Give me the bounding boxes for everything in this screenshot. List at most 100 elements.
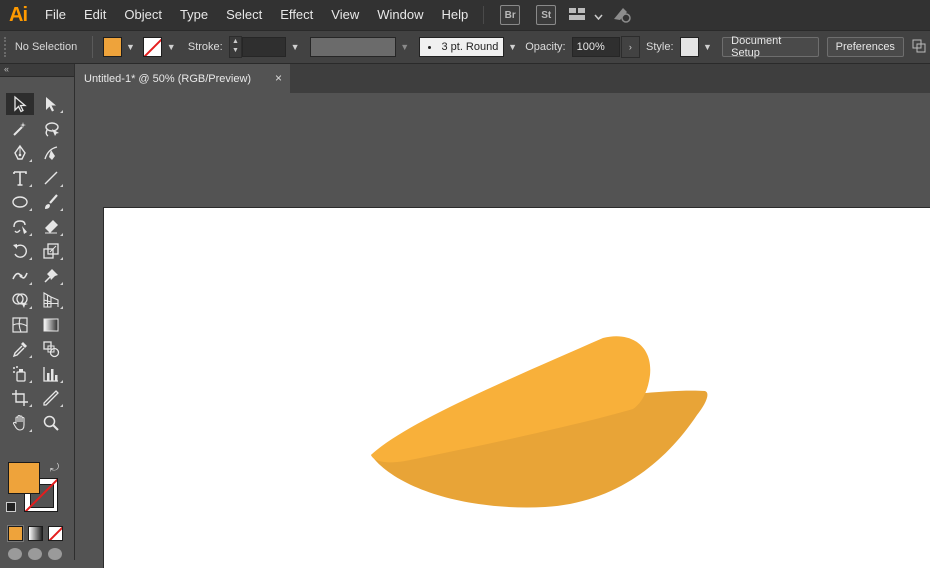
- menu-help[interactable]: Help: [432, 0, 477, 30]
- document-tab-bar: Untitled-1* @ 50% (RGB/Preview) ×: [75, 64, 930, 93]
- pen-tool-icon: [14, 145, 26, 160]
- menu-object[interactable]: Object: [115, 0, 171, 30]
- shaper-tool[interactable]: [6, 216, 34, 238]
- close-icon[interactable]: ×: [275, 71, 282, 85]
- direct-selection-tool[interactable]: [37, 93, 65, 115]
- type-tool[interactable]: [6, 167, 34, 189]
- brush-definition-value: 3 pt. Round: [441, 41, 499, 53]
- none-mode-button[interactable]: [48, 526, 63, 541]
- chevron-down-icon[interactable]: ▼: [398, 37, 411, 57]
- select-similar-icon[interactable]: [912, 39, 926, 56]
- rotate-tool[interactable]: [6, 240, 34, 262]
- document-tab[interactable]: Untitled-1* @ 50% (RGB/Preview) ×: [75, 64, 290, 93]
- artboard-tool[interactable]: [6, 387, 34, 409]
- preferences-button[interactable]: Preferences: [826, 37, 904, 57]
- chevron-down-icon[interactable]: [594, 8, 603, 23]
- puppet-warp-tool-icon: [44, 268, 58, 283]
- bridge-app-button[interactable]: Br: [500, 5, 521, 25]
- stock-app-button[interactable]: St: [536, 5, 557, 25]
- tool-group-indicator: [60, 208, 63, 212]
- control-bar: No Selection ▼ ▼ Stroke: ▲ ▼ ▼ ▼ 3 pt. Ro…: [0, 30, 930, 64]
- brush-definition-select[interactable]: 3 pt. Round: [419, 37, 504, 57]
- symbol-sprayer-tool[interactable]: [6, 363, 34, 385]
- opacity-input[interactable]: 100%: [571, 37, 620, 57]
- perspective-grid-tool[interactable]: [37, 289, 65, 311]
- tool-group-indicator: [60, 110, 63, 114]
- swap-fill-stroke-icon[interactable]: ⤾: [50, 462, 59, 475]
- eyedropper-tool[interactable]: [6, 338, 34, 360]
- panel-grip[interactable]: [4, 37, 10, 57]
- stroke-color-swatch[interactable]: [143, 37, 163, 57]
- chevron-down-icon[interactable]: ▼: [506, 37, 519, 57]
- stroke-weight-input[interactable]: [242, 37, 287, 57]
- shaper-tool-icon: [13, 220, 27, 234]
- menu-type[interactable]: Type: [171, 0, 217, 30]
- draw-behind-icon[interactable]: [28, 548, 42, 560]
- color-mode-button[interactable]: [7, 525, 24, 542]
- draw-normal-icon[interactable]: [8, 548, 22, 560]
- tool-group-indicator: [29, 208, 32, 212]
- column-graph-tool[interactable]: [37, 363, 65, 385]
- line-segment-tool-icon: [44, 171, 58, 185]
- eraser-tool[interactable]: [37, 216, 65, 238]
- width-tool[interactable]: [6, 265, 34, 287]
- menu-edit[interactable]: Edit: [75, 0, 115, 30]
- gradient-tool-icon: [43, 318, 59, 332]
- shape-builder-tool[interactable]: [6, 289, 34, 311]
- symbol-sprayer-tool-icon: [13, 365, 26, 382]
- fill-color-swatch[interactable]: [102, 37, 122, 57]
- default-fill-stroke-icon[interactable]: [6, 502, 16, 512]
- stroke-weight-stepper[interactable]: ▲ ▼: [228, 36, 243, 58]
- paintbrush-tool[interactable]: [37, 191, 65, 213]
- menu-window[interactable]: Window: [368, 0, 432, 30]
- tool-group-indicator: [29, 159, 32, 163]
- magic-wand-tool[interactable]: [6, 118, 34, 140]
- app-logo: Ai: [9, 3, 28, 26]
- lasso-tool-icon: [45, 122, 59, 137]
- fill-stroke-controls: ⤾: [6, 462, 70, 522]
- tool-group-indicator: [29, 404, 32, 408]
- chevron-down-icon[interactable]: ▼: [164, 37, 177, 57]
- gradient-tool[interactable]: [37, 314, 65, 336]
- line-segment-tool[interactable]: [37, 167, 65, 189]
- fill-color-box[interactable]: [8, 462, 40, 494]
- scale-tool[interactable]: [37, 240, 65, 262]
- zoom-tool[interactable]: [37, 412, 65, 434]
- variable-width-profile-select[interactable]: [309, 37, 397, 57]
- menu-select[interactable]: Select: [217, 0, 271, 30]
- selection-tool[interactable]: [6, 93, 34, 116]
- pen-tool[interactable]: [6, 142, 34, 164]
- tool-group-indicator: [60, 257, 63, 261]
- tool-group-indicator: [29, 355, 32, 359]
- draw-inside-icon[interactable]: [48, 548, 62, 560]
- lasso-tool[interactable]: [37, 118, 65, 140]
- color-mode-row: [7, 525, 63, 542]
- blend-tool[interactable]: [37, 338, 65, 360]
- menu-file[interactable]: File: [36, 0, 75, 30]
- gpu-performance-icon[interactable]: [611, 5, 633, 26]
- slice-tool[interactable]: [37, 387, 65, 409]
- chevron-down-icon[interactable]: ▼: [701, 37, 714, 57]
- direct-selection-tool-icon: [46, 97, 56, 112]
- canvas-area[interactable]: [75, 93, 930, 568]
- opacity-dropdown-button[interactable]: ›: [620, 36, 640, 58]
- curvature-tool[interactable]: [37, 142, 65, 164]
- rotate-tool-icon: [13, 244, 27, 259]
- puppet-warp-tool[interactable]: [37, 265, 65, 287]
- menu-effect[interactable]: Effect: [271, 0, 322, 30]
- chevron-down-icon[interactable]: ▼: [288, 37, 301, 57]
- drawing-modes-row: [8, 548, 62, 560]
- ellipse-tool[interactable]: [6, 191, 34, 213]
- tools-panel-header[interactable]: «: [0, 64, 74, 77]
- document-setup-button[interactable]: Document Setup: [722, 35, 819, 59]
- graphic-style-swatch[interactable]: [679, 37, 699, 57]
- eraser-tool-icon: [45, 219, 58, 234]
- gradient-mode-button[interactable]: [28, 526, 43, 541]
- chevron-down-icon[interactable]: ▼: [124, 37, 137, 57]
- mesh-tool[interactable]: [6, 314, 34, 336]
- hand-tool[interactable]: [6, 412, 34, 434]
- tool-grid: [6, 92, 70, 435]
- workspace-layout-icon[interactable]: [568, 7, 586, 24]
- collapse-panel-icon[interactable]: «: [4, 64, 9, 74]
- menu-view[interactable]: View: [322, 0, 368, 30]
